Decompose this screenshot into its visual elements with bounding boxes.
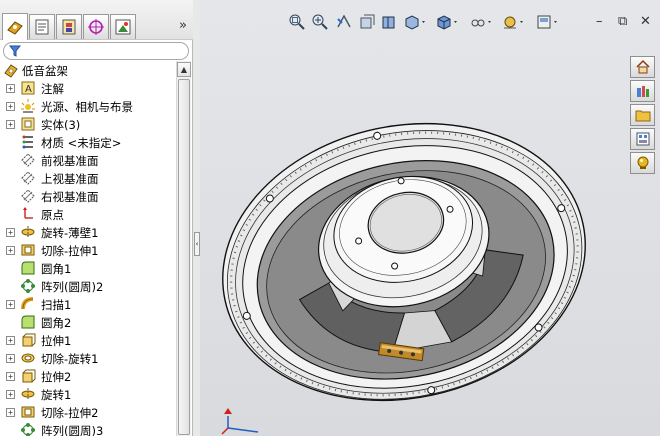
tree-item[interactable]: 前视基准面 — [0, 151, 176, 169]
expand-icon[interactable]: + — [6, 228, 15, 237]
tree-item-label: 圆角1 — [41, 262, 72, 276]
tree-item-label: 右视基准面 — [41, 190, 99, 204]
tree-item-label: 材质 <未指定> — [41, 136, 122, 150]
feature-manager-tab[interactable] — [2, 13, 28, 40]
tree-item-label: 切除-拉伸2 — [41, 406, 99, 420]
origin-icon — [23, 207, 33, 219]
part-icon — [4, 64, 18, 78]
cut-extrude-icon — [21, 406, 35, 418]
expand-tabs-button[interactable]: » — [179, 18, 187, 33]
extrude-icon — [22, 333, 36, 347]
dimxpert-icon — [88, 19, 104, 35]
tree-item-label: 实体(3) — [41, 118, 81, 132]
expand-icon[interactable]: + — [6, 120, 15, 129]
plane-icon — [21, 153, 35, 167]
tree-item-label: 光源、相机与布景 — [41, 100, 133, 114]
tree-item[interactable]: + 切除-旋转1 — [0, 349, 176, 367]
circular-pattern-icon — [21, 279, 35, 293]
tree-item-label: 上视基准面 — [41, 172, 99, 186]
sweep-icon — [21, 297, 34, 310]
tree-item[interactable]: 圆角2 — [0, 313, 176, 331]
tree-item[interactable]: + 拉伸2 — [0, 367, 176, 385]
expand-icon[interactable]: + — [6, 354, 15, 363]
revolve-icon — [21, 226, 35, 238]
tree-item-label: 圆角2 — [41, 316, 72, 330]
tree-item[interactable]: + 旋转1 — [0, 385, 176, 403]
tree-item[interactable]: 右视基准面 — [0, 187, 176, 205]
tree-item[interactable]: 阵列(圆周)2 — [0, 277, 176, 295]
manager-tabbar: » — [0, 0, 193, 40]
revolve-icon — [21, 388, 35, 400]
tree-item[interactable]: 原点 — [0, 205, 176, 223]
tree-item[interactable]: 阵列(圆周)3 — [0, 421, 176, 436]
property-manager-icon — [35, 19, 49, 35]
graphics-viewport[interactable]: – ⧉ ✕ — [200, 0, 660, 436]
expand-icon[interactable]: + — [6, 84, 15, 93]
expand-icon[interactable]: + — [6, 246, 15, 255]
expand-icon[interactable]: + — [6, 372, 15, 381]
feature-manager-icon — [7, 21, 23, 35]
expand-icon[interactable]: + — [6, 336, 15, 345]
plane-icon — [21, 171, 35, 185]
cut-extrude-icon — [21, 244, 35, 256]
plane-icon — [21, 189, 35, 203]
tree-item[interactable]: 上视基准面 — [0, 169, 176, 187]
tree-filter-input[interactable] — [3, 42, 189, 60]
tree-item-label: 前视基准面 — [41, 154, 99, 168]
tree-root[interactable]: 低音盆架 — [0, 61, 176, 79]
tree-item[interactable]: + 拉伸1 — [0, 331, 176, 349]
cut-revolve-icon — [21, 353, 35, 363]
tree-item-label: 阵列(圆周)3 — [41, 424, 104, 436]
tree-item-label: 拉伸1 — [41, 334, 72, 348]
scroll-up-icon[interactable]: ▲ — [177, 62, 191, 77]
scroll-thumb[interactable] — [178, 79, 190, 435]
feature-tree: 低音盆架 + A 注解 + 光源、相机与布景 + 实体(3) 材质 <未指定> 前视基准面上视基… — [0, 61, 176, 436]
tree-item-label: 切除-拉伸1 — [41, 244, 99, 258]
expand-icon[interactable]: + — [6, 300, 15, 309]
expand-icon[interactable]: + — [6, 408, 15, 417]
tree-item-label: 扫描1 — [41, 298, 72, 312]
tree-item-label: 拉伸2 — [41, 370, 72, 384]
fillet-icon — [21, 261, 35, 275]
tree-item[interactable]: 圆角1 — [0, 259, 176, 277]
tree-item-label: 原点 — [41, 208, 64, 222]
tree-item-label: 注解 — [41, 82, 64, 96]
filter-icon — [9, 45, 21, 57]
display-manager-tab[interactable] — [110, 14, 136, 39]
tree-item[interactable]: 材质 <未指定> — [0, 133, 176, 151]
axis-triad — [221, 408, 259, 435]
tree-item[interactable]: + 扫描1 — [0, 295, 176, 313]
tree-item[interactable]: + 旋转-薄壁1 — [0, 223, 176, 241]
tree-root-label: 低音盆架 — [22, 64, 68, 78]
speaker-basket-model[interactable] — [200, 0, 660, 436]
tree-item[interactable]: + 光源、相机与布景 — [0, 97, 176, 115]
expand-icon[interactable]: + — [6, 390, 15, 399]
material-icon — [22, 135, 33, 149]
circular-pattern-icon — [21, 423, 35, 436]
tree-item-label: 旋转-薄壁1 — [41, 226, 99, 240]
dimxpert-tab[interactable] — [83, 14, 109, 39]
tree-item-label: 旋转1 — [41, 388, 72, 402]
feature-manager-panel: » 低音盆架 + A 注解 + 光源、相机与布景 + 实体(3) 材质 <未指定> 前视基准面上… — [0, 0, 193, 436]
tree-item[interactable]: + A 注解 — [0, 79, 176, 97]
panel-splitter[interactable]: ‹ — [193, 0, 200, 436]
display-manager-icon — [115, 19, 131, 35]
svg-text:A: A — [25, 84, 32, 95]
lights-icon — [21, 99, 35, 113]
tree-item[interactable]: + 实体(3) — [0, 115, 176, 133]
annotation-icon: A — [21, 81, 35, 95]
tree-item[interactable]: + 切除-拉伸2 — [0, 403, 176, 421]
configuration-manager-tab[interactable] — [56, 14, 82, 39]
tree-item-label: 阵列(圆周)2 — [41, 280, 104, 294]
tree-scrollbar[interactable]: ▲ — [176, 61, 191, 436]
tree-item-label: 切除-旋转1 — [41, 352, 99, 366]
expand-icon[interactable]: + — [6, 102, 15, 111]
solid-bodies-icon — [21, 117, 35, 131]
property-manager-tab[interactable] — [29, 14, 55, 39]
tree-item[interactable]: + 切除-拉伸1 — [0, 241, 176, 259]
configuration-manager-icon — [62, 19, 76, 35]
fillet-icon — [21, 315, 35, 329]
extrude-icon — [22, 369, 36, 383]
